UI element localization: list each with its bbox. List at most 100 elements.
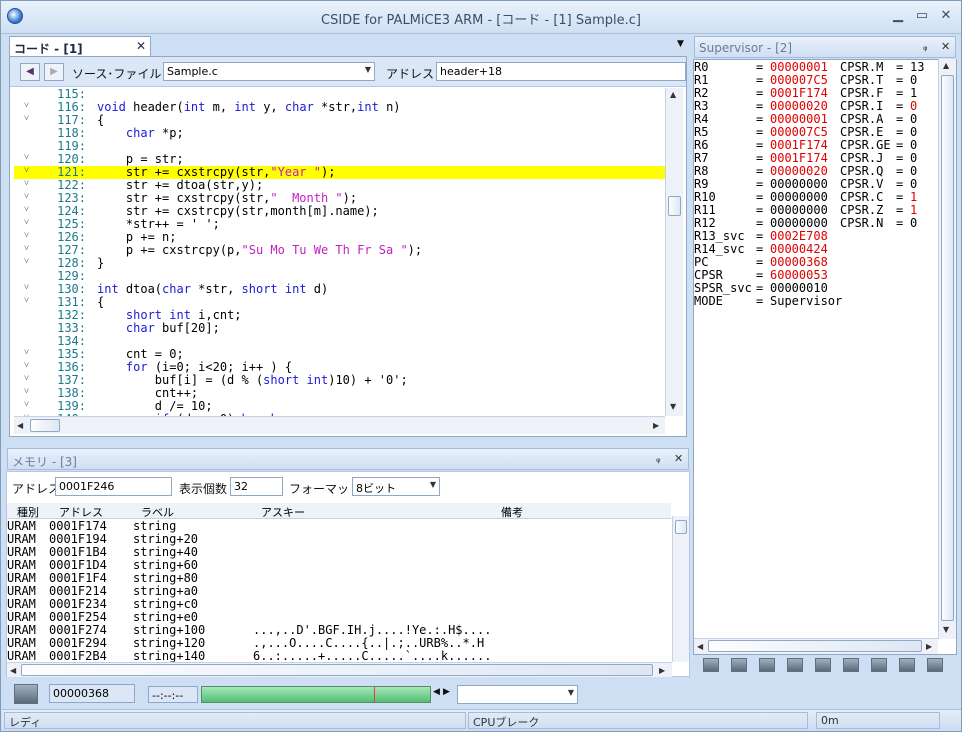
hscroll-thumb[interactable] <box>21 664 653 676</box>
code-line[interactable]: 118: char *p; <box>14 127 665 140</box>
memory-title: メモリ - [3] <box>12 455 77 469</box>
window-tab-icon[interactable] <box>731 658 747 672</box>
memory-address-input[interactable]: 0001F246 <box>55 477 172 496</box>
window-tab-icon[interactable] <box>759 658 775 672</box>
scroll-left-icon[interactable]: ◀ <box>17 421 23 430</box>
pin-icon[interactable]: ᵩ <box>923 40 928 53</box>
memory-type: URAM <box>7 649 36 663</box>
column-type[interactable]: 種別 <box>17 504 39 520</box>
register-row[interactable]: MODE = Supervisor <box>694 295 937 308</box>
breakpoint-marker-icon[interactable]: ˅ <box>24 191 29 204</box>
address-value: header+18 <box>440 65 502 78</box>
breakpoint-marker-icon[interactable]: ˅ <box>24 230 29 243</box>
breakpoint-marker-icon[interactable]: ˅ <box>24 282 29 295</box>
scroll-thumb[interactable] <box>668 196 681 216</box>
line-source: } <box>97 256 105 270</box>
code-view[interactable]: 115: ˅ 116: void header(int m, int y, char … <box>14 88 665 416</box>
register-cname: CPSR.N <box>840 216 884 230</box>
supervisor-close-icon[interactable]: ✕ <box>941 40 950 53</box>
breakpoint-marker-icon[interactable]: ˅ <box>24 165 29 178</box>
line-source: void header(int m, int y, char *str,int … <box>97 100 401 114</box>
close-window-button[interactable]: ✕ <box>935 7 957 25</box>
scroll-up-icon[interactable]: ▲ <box>670 90 676 99</box>
address-input[interactable]: header+18 <box>436 62 686 81</box>
window-tab-icon[interactable] <box>899 658 915 672</box>
window-tab-icon[interactable] <box>815 658 831 672</box>
scroll-left-icon[interactable]: ◀ <box>697 642 703 651</box>
editor-vertical-scrollbar[interactable]: ▲ ▼ <box>665 88 683 416</box>
source-file-select[interactable]: Sample.c ▼ <box>163 62 375 81</box>
memory-ascii: 6..:.....+.....C.....`....k...... <box>253 649 492 663</box>
breakpoint-marker-icon[interactable]: ˅ <box>24 360 29 373</box>
breakpoint-marker-icon[interactable]: ˅ <box>24 386 29 399</box>
column-address[interactable]: アドレス <box>59 504 103 520</box>
hscroll-thumb[interactable] <box>708 640 922 652</box>
window-tab-icon[interactable] <box>843 658 859 672</box>
breakpoint-marker-icon[interactable]: ˅ <box>24 217 29 230</box>
breakpoint-marker-icon[interactable]: ˅ <box>24 100 29 113</box>
code-line[interactable]: ˅ 127: p += cxstrcpy(p,"Su Mo Tu We Th Fr… <box>14 244 665 257</box>
title-bar: CSIDE for PALMiCE3 ARM - [コード - [1] Samp… <box>1 1 961 34</box>
code-line[interactable]: ˅ 128:} <box>14 257 665 270</box>
breakpoint-marker-icon[interactable]: ˅ <box>24 295 29 308</box>
register-view[interactable]: R0 = 00000001 CPSR.M = 13 R1 = 000007C5 CPSR.T = 0 R… <box>694 61 937 641</box>
restore-button[interactable]: ▭ <box>911 7 933 25</box>
window-tab-icon[interactable] <box>703 658 719 672</box>
column-label[interactable]: ラベル <box>141 504 174 520</box>
memory-row[interactable]: URAM 0001F2B4 string+140 6..:.....+.....C..… <box>7 649 671 663</box>
scroll-right-icon[interactable]: ▶ <box>659 666 665 675</box>
bottom-select[interactable]: ▼ <box>457 685 578 704</box>
breakpoint-marker-icon[interactable]: ˅ <box>24 256 29 269</box>
scroll-down-icon[interactable]: ▼ <box>670 402 676 411</box>
window-tab-icon[interactable] <box>927 658 943 672</box>
register-horizontal-scrollbar[interactable]: ◀ ▶ <box>694 638 938 654</box>
memory-address-label: アドレス <box>12 482 61 496</box>
scroll-thumb[interactable] <box>675 520 687 534</box>
breakpoint-marker-icon[interactable]: ˅ <box>24 399 29 412</box>
source-file-value: Sample.c <box>167 65 218 78</box>
hscroll-thumb[interactable] <box>30 419 60 432</box>
scroll-thumb[interactable] <box>941 75 954 621</box>
breakpoint-marker-icon[interactable]: ˅ <box>24 373 29 386</box>
breakpoint-marker-icon[interactable]: ˅ <box>24 347 29 360</box>
scroll-right-icon[interactable]: ▶ <box>653 421 659 430</box>
chevron-down-icon: ▼ <box>567 688 574 697</box>
pin-icon[interactable]: ᵩ <box>656 452 661 465</box>
memory-table-body[interactable]: URAM 0001F174 string URAM 0001F194 string+20 U… <box>7 520 671 662</box>
window-tab-icon[interactable] <box>787 658 803 672</box>
cpu-status-icon[interactable] <box>14 684 38 704</box>
window-tab-icon[interactable] <box>871 658 887 672</box>
window-title: CSIDE for PALMiCE3 ARM - [コード - [1] Samp… <box>321 13 641 28</box>
breakpoint-marker-icon[interactable]: ˅ <box>24 152 29 165</box>
scroll-left-icon[interactable]: ◀ <box>10 666 16 675</box>
tab-close-icon[interactable]: ✕ <box>136 39 146 53</box>
breakpoint-marker-icon[interactable]: ˅ <box>24 243 29 256</box>
count-input[interactable]: 32 <box>230 477 283 496</box>
breakpoint-marker-icon[interactable]: ˅ <box>24 204 29 217</box>
scroll-right-icon[interactable]: ▶ <box>926 642 932 651</box>
scroll-down-icon[interactable]: ▼ <box>943 625 949 634</box>
code-line[interactable]: 133: char buf[20]; <box>14 322 665 335</box>
arrow-right-icon[interactable]: ▶ <box>443 687 450 697</box>
editor-horizontal-scrollbar[interactable]: ◀ ▶ <box>14 416 665 434</box>
code-line[interactable]: ˅ 130: int dtoa(char *str, short int d) <box>14 283 665 296</box>
tab-dropdown-icon[interactable]: ▼ <box>677 39 684 49</box>
scroll-up-icon[interactable]: ▲ <box>943 61 949 70</box>
arrow-left-icon[interactable]: ◀ <box>433 687 440 697</box>
breakpoint-marker-icon[interactable]: ˅ <box>24 178 29 191</box>
code-line[interactable]: ˅ 116: void header(int m, int y, char *str… <box>14 101 665 114</box>
back-icon[interactable]: ◀ <box>20 63 40 81</box>
minimize-button[interactable]: ▁ <box>887 7 909 25</box>
source-file-label: ソース･ファイル <box>72 67 162 81</box>
register-name: MODE <box>694 294 723 308</box>
forward-icon[interactable]: ▶ <box>44 63 64 81</box>
memory-close-icon[interactable]: ✕ <box>674 452 683 465</box>
breakpoint-marker-icon[interactable]: ˅ <box>24 113 29 126</box>
column-ascii[interactable]: アスキー <box>261 504 305 520</box>
memory-horizontal-scrollbar[interactable]: ◀ ▶ <box>7 662 672 677</box>
register-vertical-scrollbar[interactable]: ▲ ▼ <box>938 59 956 639</box>
format-select[interactable]: 8ビット ▼ <box>352 477 440 496</box>
tab-sample-c[interactable]: コード - [1] Sample.c ✕ <box>9 36 151 71</box>
memory-vertical-scrollbar[interactable]: ▲ <box>672 516 689 662</box>
column-note[interactable]: 備考 <box>501 504 523 520</box>
